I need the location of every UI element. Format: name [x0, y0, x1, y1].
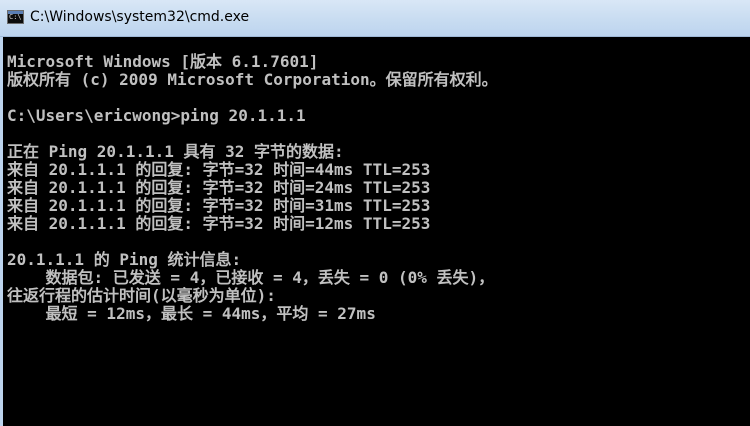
console-line-stats-header: 20.1.1.1 的 Ping 统计信息:	[7, 250, 242, 269]
console-line-reply: 来自 20.1.1.1 的回复: 字节=32 时间=44ms TTL=253	[7, 160, 431, 179]
console-line-blank	[7, 89, 498, 107]
console-line-version: Microsoft Windows [版本 6.1.7601]	[7, 52, 319, 71]
title-bar[interactable]: C:\ C:\Windows\system32\cmd.exe	[0, 0, 750, 37]
console-line-reply: 来自 20.1.1.1 的回复: 字节=32 时间=24ms TTL=253	[7, 178, 431, 197]
console-line-prompt-command: C:\Users\ericwong>ping 20.1.1.1	[7, 106, 306, 125]
console-line-ping-header: 正在 Ping 20.1.1.1 具有 32 字节的数据:	[7, 142, 344, 161]
console-line-rtt-values: 最短 = 12ms，最长 = 44ms，平均 = 27ms	[7, 304, 376, 323]
console-line-rtt-header: 往返行程的估计时间(以毫秒为单位):	[7, 286, 276, 305]
console-line-blank	[7, 233, 498, 251]
console-line-blank	[7, 125, 498, 143]
console-line-reply: 来自 20.1.1.1 的回复: 字节=32 时间=12ms TTL=253	[7, 214, 431, 233]
cmd-app-icon[interactable]: C:\	[7, 10, 24, 24]
console-area[interactable]: Microsoft Windows [版本 6.1.7601] 版权所有 (c)…	[3, 37, 750, 426]
console-line-reply: 来自 20.1.1.1 的回复: 字节=32 时间=31ms TTL=253	[7, 196, 431, 215]
console-line-copyright: 版权所有 (c) 2009 Microsoft Corporation。保留所有…	[7, 70, 498, 89]
cmd-window: C:\ C:\Windows\system32\cmd.exe Microsof…	[0, 0, 750, 426]
console-line-packets: 数据包: 已发送 = 4，已接收 = 4，丢失 = 0 (0% 丢失)，	[7, 268, 495, 287]
window-title: C:\Windows\system32\cmd.exe	[30, 9, 250, 25]
console-output: Microsoft Windows [版本 6.1.7601] 版权所有 (c)…	[7, 53, 498, 323]
